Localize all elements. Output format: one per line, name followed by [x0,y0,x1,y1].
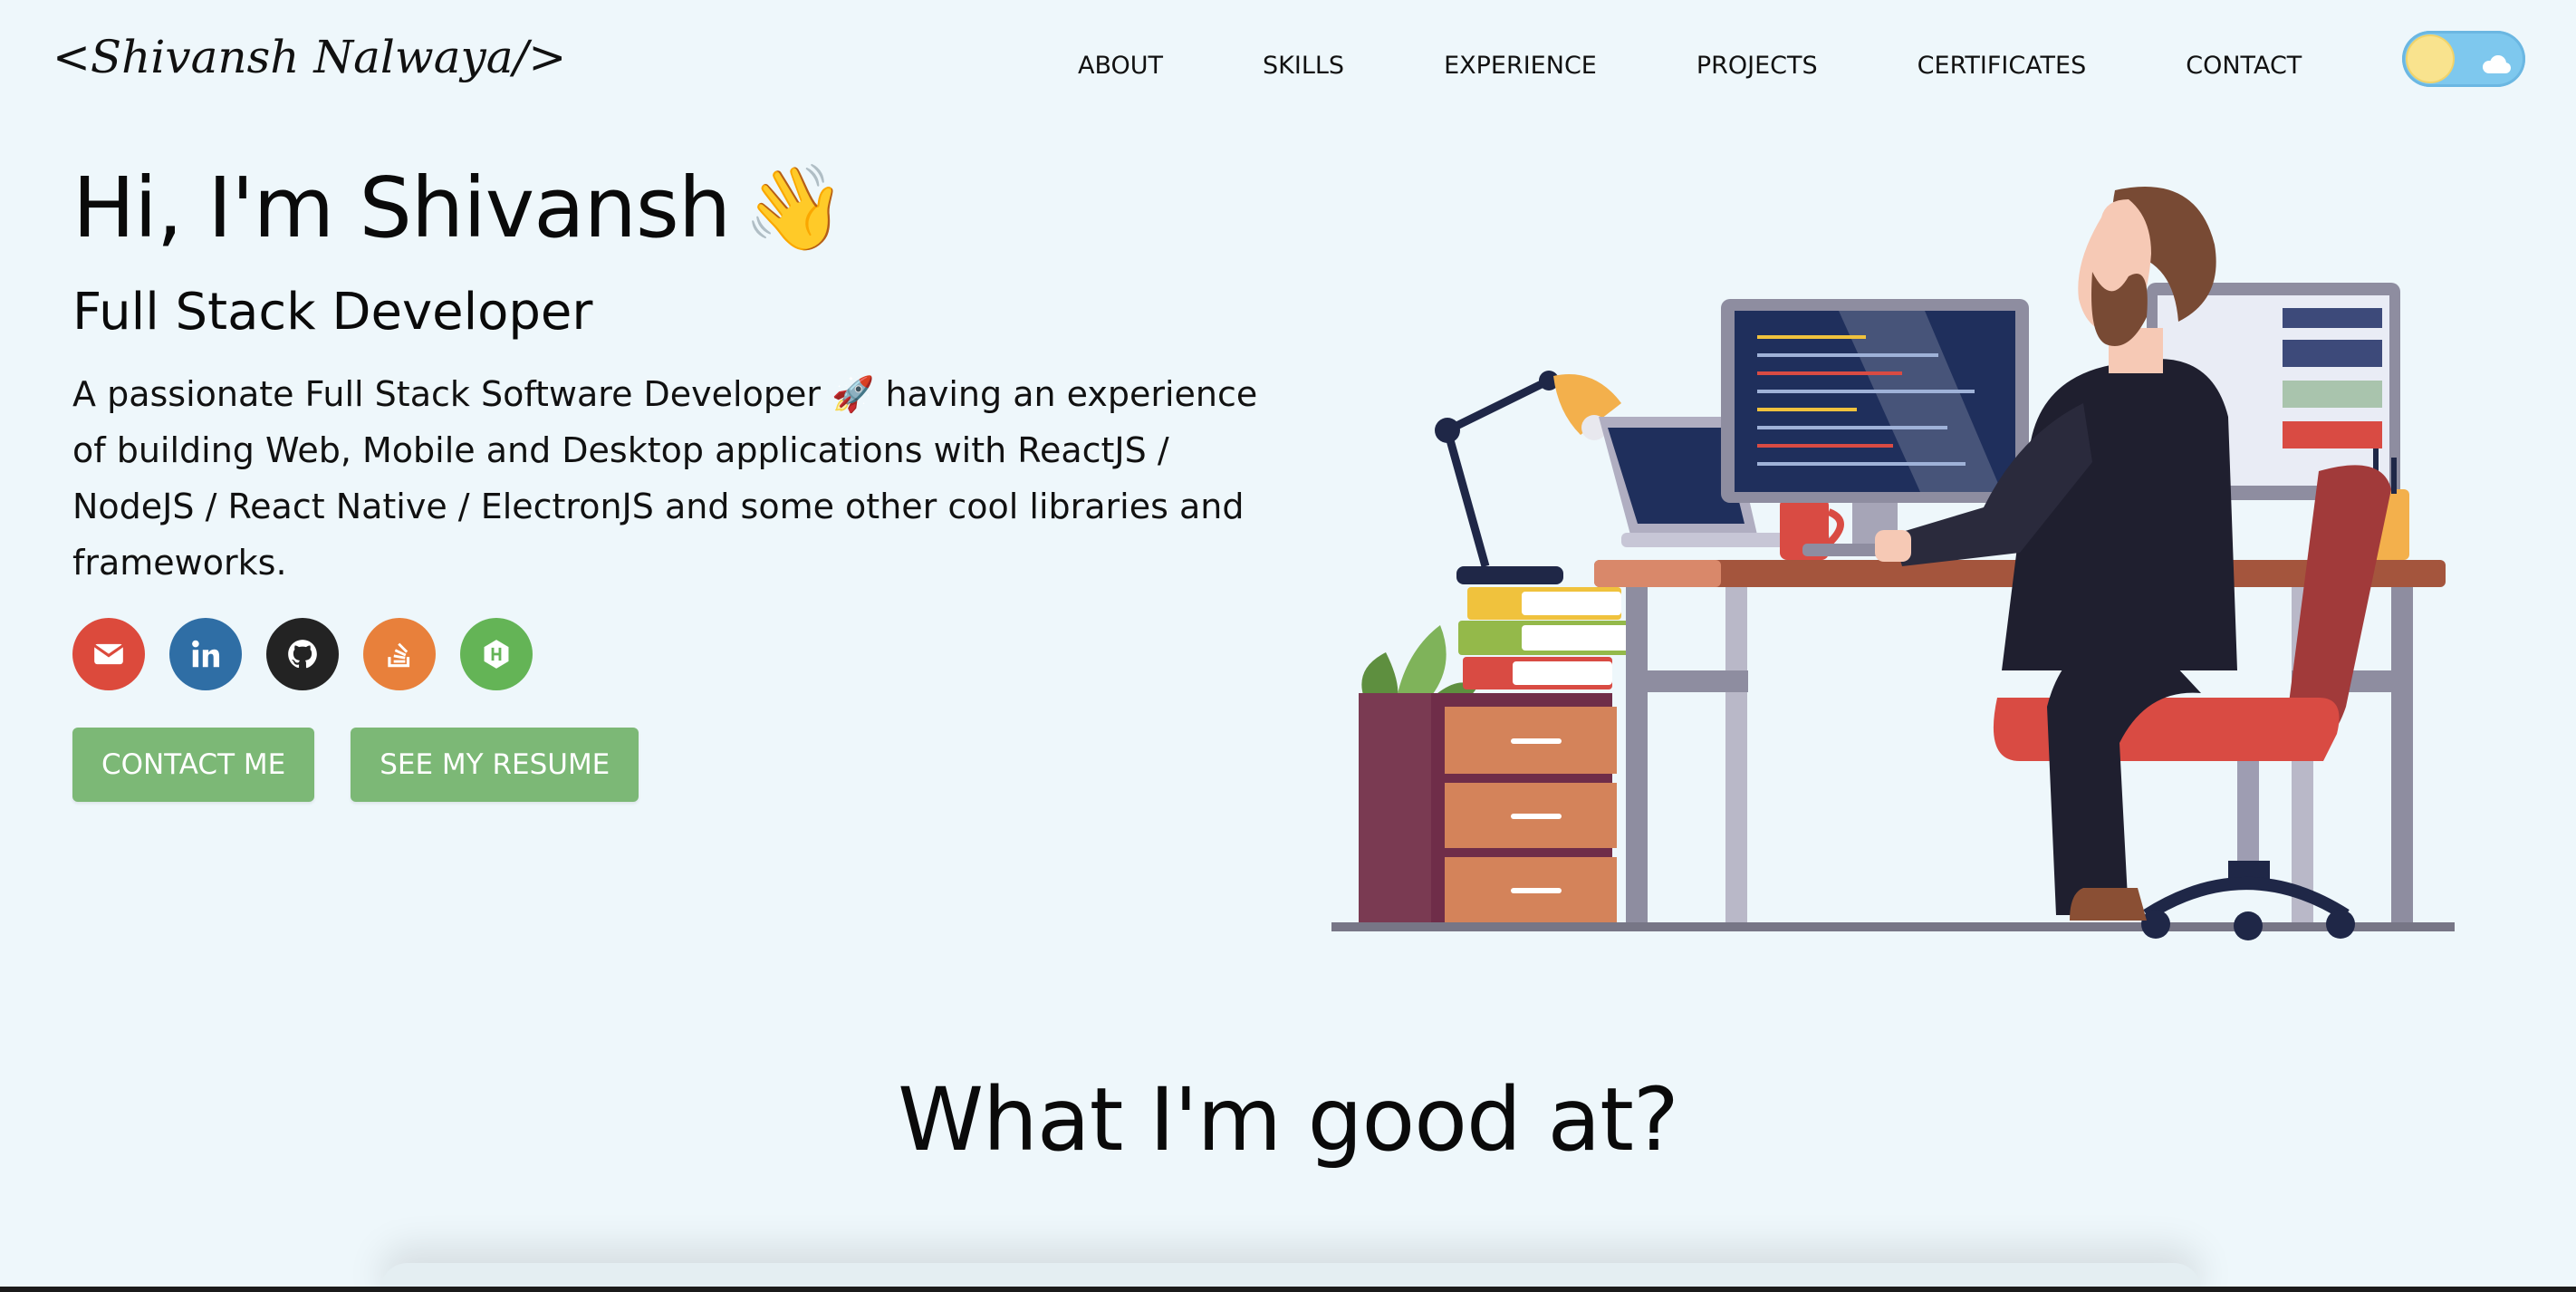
portfolio-page: <Shivansh Nalwaya/> ABOUT SKILLS EXPERIE… [0,0,2576,1292]
github-icon [288,640,317,669]
cloud-icon [2483,55,2511,73]
nav-certificates[interactable]: CERTIFICATES [1918,52,2087,80]
hero-greeting: Hi, I'm Shivansh 👋 [72,159,847,257]
wave-emoji: 👋 [743,159,847,256]
gmail-link[interactable] [72,618,145,690]
nav-contact[interactable]: CONTACT [2186,52,2302,80]
description-start: A passionate Full Stack Software Develop… [72,374,821,414]
linkedin-icon [192,640,220,668]
skills-section-title: What I'm good at? [898,1069,1679,1171]
github-link[interactable] [266,618,339,690]
developer-desk-illustration [1331,187,2455,940]
hero-description: A passionate Full Stack Software Develop… [72,366,1286,591]
rocket-emoji: 🚀 [831,374,875,414]
nav-about[interactable]: ABOUT [1078,52,1163,80]
nav-skills[interactable]: SKILLS [1263,52,1344,80]
main-nav: ABOUT SKILLS EXPERIENCE PROJECTS CERTIFI… [1078,45,2302,85]
linkedin-link[interactable] [169,618,242,690]
site-logo[interactable]: <Shivansh Nalwaya/> [53,31,566,83]
greeting-text: Hi, I'm Shivansh [72,159,731,256]
see-resume-button[interactable]: SEE MY RESUME [351,728,639,802]
nav-projects[interactable]: PROJECTS [1697,52,1818,80]
theme-toggle[interactable] [2402,31,2525,87]
mail-icon [93,643,124,665]
page-bottom-border [0,1287,2576,1292]
hero-subtitle: Full Stack Developer [72,283,593,342]
nav-experience[interactable]: EXPERIENCE [1444,52,1597,80]
hackerrank-link[interactable] [460,618,533,690]
hero-buttons: CONTACT ME SEE MY RESUME [72,728,639,802]
social-links [72,618,533,690]
sun-icon [2408,36,2453,82]
stackoverflow-link[interactable] [363,618,436,690]
hackerrank-icon [484,640,509,669]
stackoverflow-icon [388,642,410,668]
contact-me-button[interactable]: CONTACT ME [72,728,315,802]
